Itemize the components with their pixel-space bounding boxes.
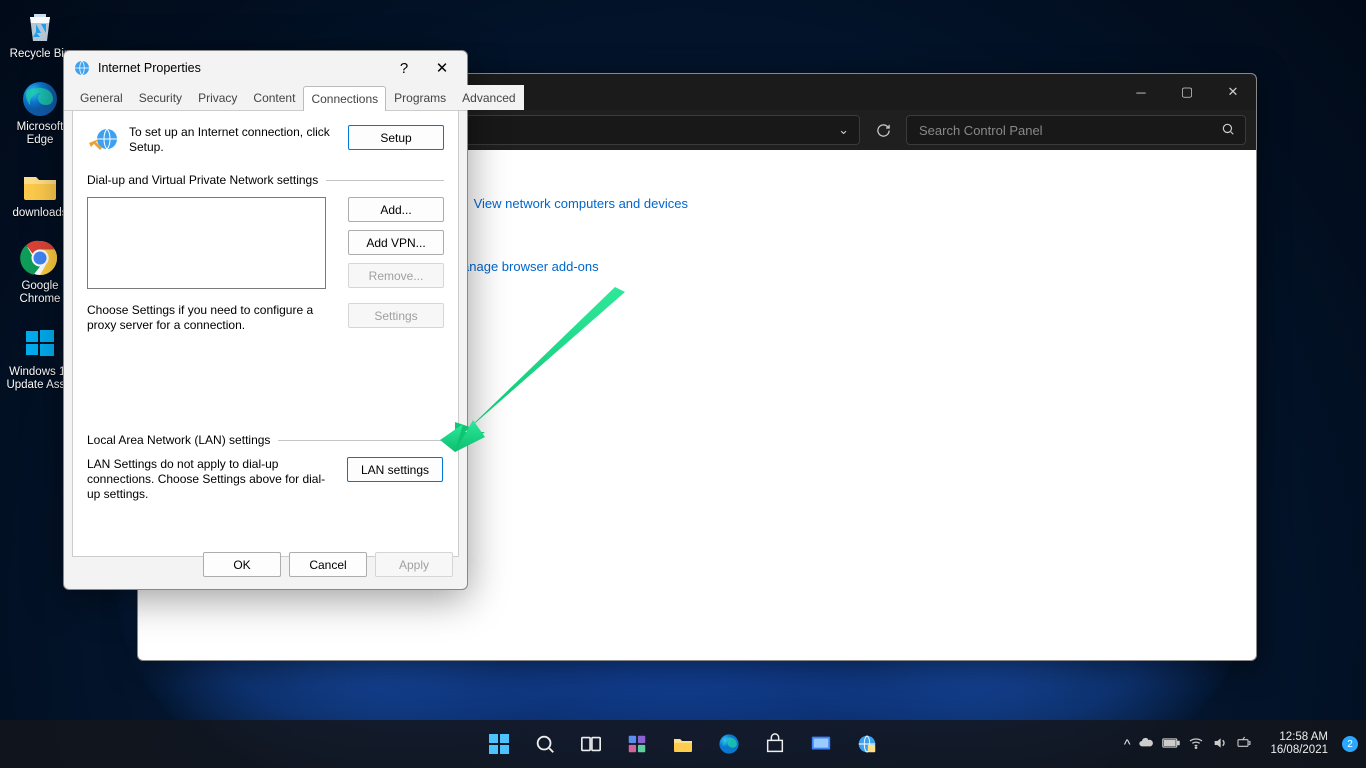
taskbar-app-1[interactable] [801, 724, 841, 764]
minimize-button[interactable]: ─ [1118, 75, 1164, 109]
tray-overflow-icon[interactable]: ^ [1124, 736, 1131, 752]
link[interactable]: Manage browser add-ons [451, 259, 598, 274]
wifi-icon[interactable] [1188, 735, 1204, 754]
edge-taskbar-button[interactable] [709, 724, 749, 764]
cancel-button[interactable]: Cancel [289, 552, 367, 577]
store-button[interactable] [755, 724, 795, 764]
date-text: 16/08/2021 [1270, 744, 1328, 757]
lan-settings-button[interactable]: LAN settings [347, 457, 443, 482]
ok-button[interactable]: OK [203, 552, 281, 577]
taskbar-clock[interactable]: 12:58 AM 16/08/2021 [1262, 725, 1336, 763]
tab-panel-connections: To set up an Internet connection, click … [72, 111, 459, 557]
system-tray[interactable]: ^ [1116, 724, 1261, 764]
chevron-down-icon[interactable]: ⌄ [838, 122, 849, 138]
tab-general[interactable]: General [72, 85, 131, 110]
dialog-titlebar[interactable]: Internet Properties ? ✕ [64, 51, 467, 85]
folder-icon [20, 165, 60, 205]
taskbar[interactable]: ^ 12:58 AM 16/08/2021 2 [0, 720, 1366, 768]
dialog-title: Internet Properties [98, 61, 385, 75]
taskbar-center [479, 724, 887, 764]
internet-properties-dialog: Internet Properties ? ✕ General Security… [63, 50, 468, 590]
setup-button[interactable]: Setup [348, 125, 444, 150]
tab-content[interactable]: Content [245, 85, 303, 110]
internet-options-icon [74, 60, 90, 76]
setup-text: To set up an Internet connection, click … [129, 125, 338, 155]
onedrive-icon[interactable] [1138, 735, 1154, 754]
chrome-icon [20, 238, 60, 278]
power-icon[interactable] [1236, 735, 1252, 754]
apply-button: Apply [375, 552, 453, 577]
close-button[interactable]: ✕ [1210, 75, 1256, 109]
search-placeholder: Search Control Panel [919, 123, 1221, 138]
dialup-help-text: Choose Settings if you need to configure… [87, 303, 326, 333]
widgets-button[interactable] [617, 724, 657, 764]
search-input[interactable]: Search Control Panel [906, 115, 1246, 145]
add-button[interactable]: Add... [348, 197, 444, 222]
tab-security[interactable]: Security [131, 85, 190, 110]
add-vpn-button[interactable]: Add VPN... [348, 230, 444, 255]
dialog-button-row: OK Cancel Apply [203, 552, 453, 577]
volume-icon[interactable] [1212, 735, 1228, 754]
search-icon [1221, 122, 1235, 139]
connection-wizard-icon [87, 125, 119, 157]
windows-icon [20, 324, 60, 364]
close-button[interactable]: ✕ [423, 54, 461, 82]
dialup-group-legend: Dial-up and Virtual Private Network sett… [87, 173, 444, 187]
tab-advanced[interactable]: Advanced [454, 85, 523, 110]
tab-connections[interactable]: Connections [303, 86, 386, 111]
dialup-listbox[interactable] [87, 197, 326, 289]
tab-privacy[interactable]: Privacy [190, 85, 245, 110]
refresh-button[interactable] [868, 115, 898, 145]
link[interactable]: View network computers and devices [474, 196, 688, 211]
file-explorer-button[interactable] [663, 724, 703, 764]
settings-button: Settings [348, 303, 444, 328]
tab-programs[interactable]: Programs [386, 85, 454, 110]
task-view-button[interactable] [571, 724, 611, 764]
lan-help-text: LAN Settings do not apply to dial-up con… [87, 457, 337, 502]
taskbar-right: ^ 12:58 AM 16/08/2021 2 [1116, 724, 1358, 764]
time-text: 12:58 AM [1279, 731, 1328, 744]
taskbar-app-2[interactable] [847, 724, 887, 764]
lan-group-legend: Local Area Network (LAN) settings [87, 433, 444, 447]
taskbar-search[interactable] [525, 724, 565, 764]
maximize-button[interactable]: ▢ [1164, 75, 1210, 109]
start-button[interactable] [479, 724, 519, 764]
battery-icon[interactable] [1162, 737, 1180, 752]
edge-icon [20, 79, 60, 119]
tab-strip: General Security Privacy Content Connect… [64, 85, 467, 111]
remove-button: Remove... [348, 263, 444, 288]
help-button[interactable]: ? [385, 54, 423, 82]
recycle-bin-icon [20, 6, 60, 46]
notification-badge[interactable]: 2 [1342, 736, 1358, 752]
